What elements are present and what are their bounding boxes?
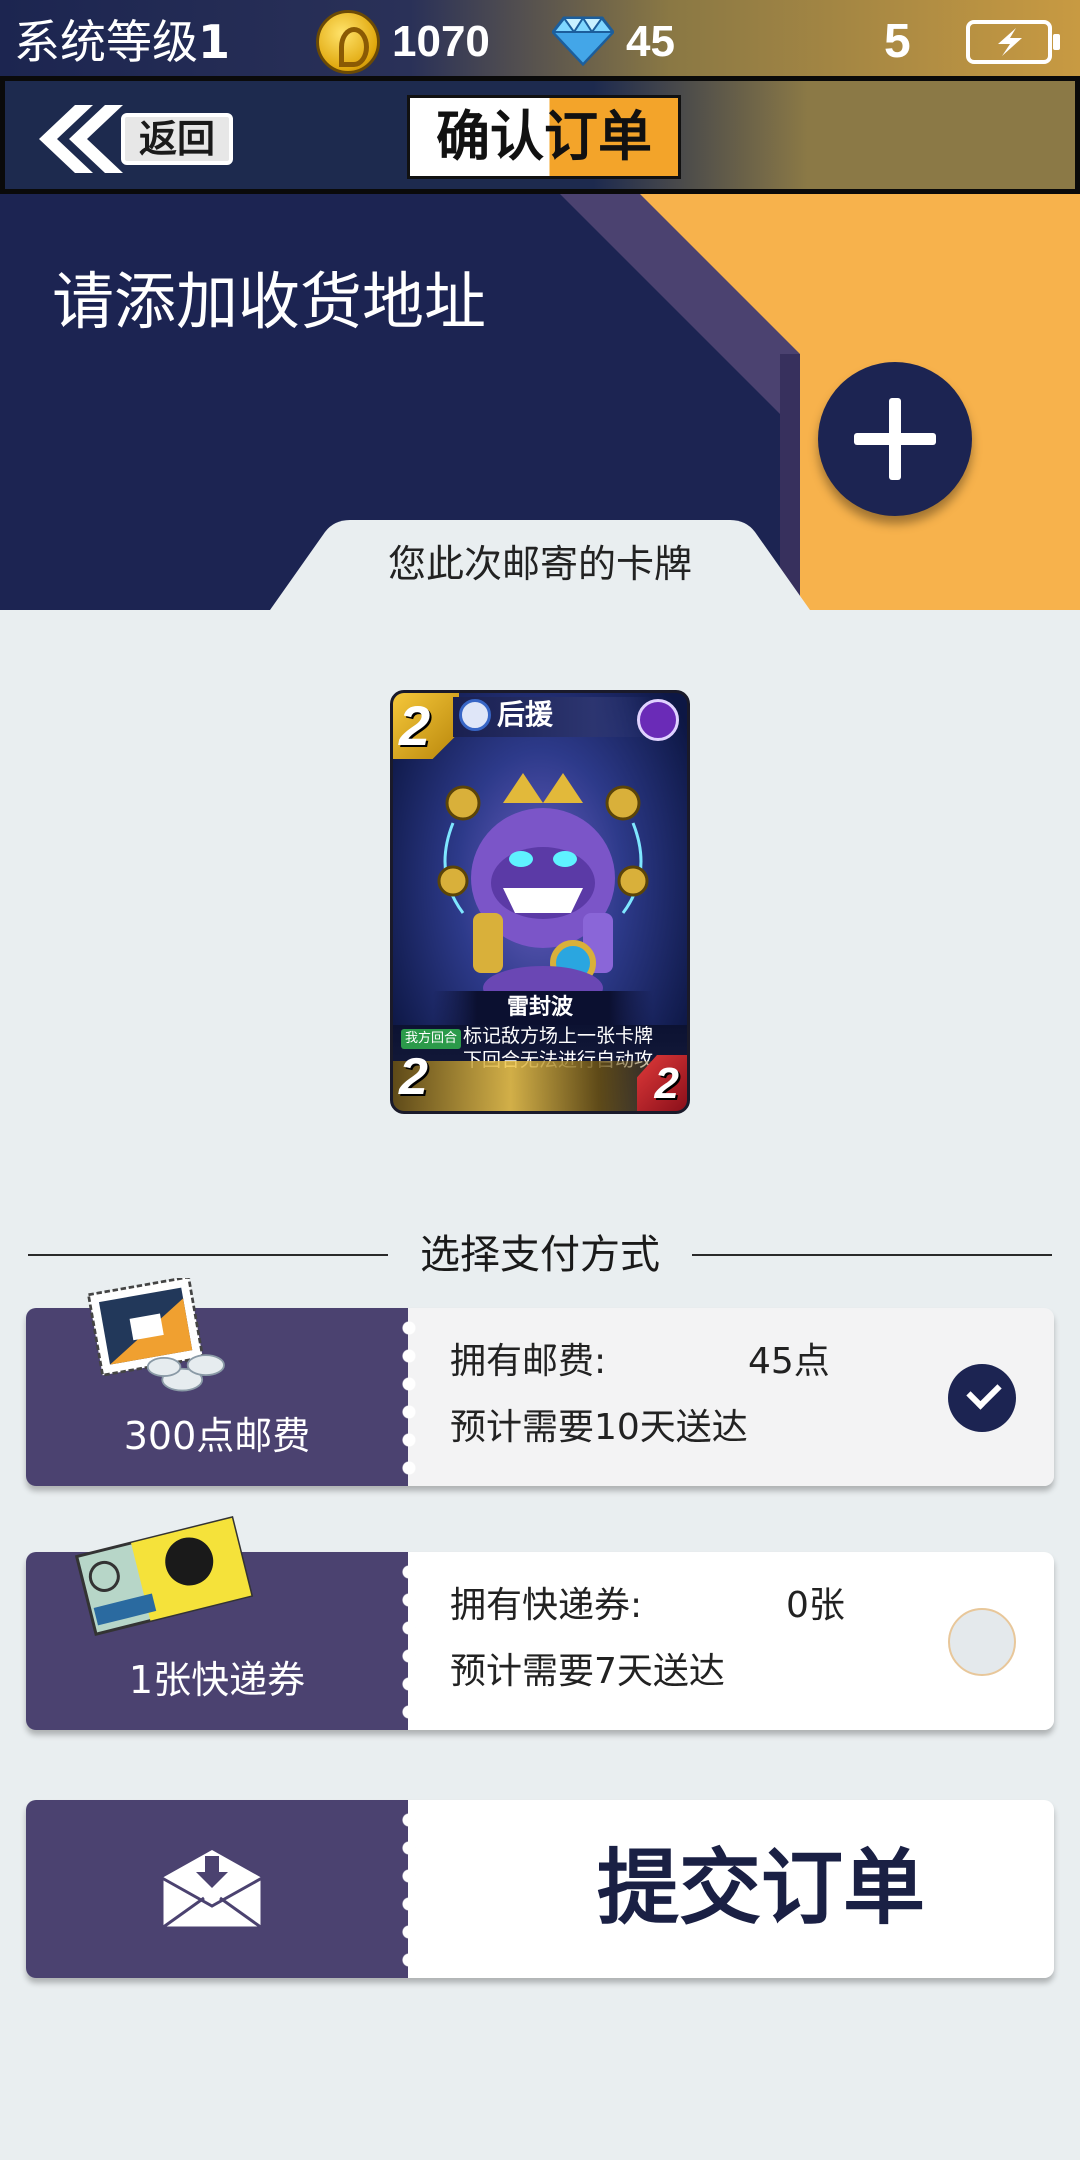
lightning-icon	[998, 28, 1022, 56]
battery-icon	[966, 20, 1060, 64]
back-button[interactable]: 返回	[35, 103, 233, 175]
radio-empty-icon[interactable]	[948, 1608, 1016, 1676]
envelope-icon	[160, 1850, 264, 1930]
card-health: 2	[654, 1059, 679, 1108]
cards-tab-label: 您此次邮寄的卡牌	[387, 542, 692, 586]
express-voucher-icon	[74, 1516, 254, 1636]
double-chevron-left-icon	[39, 105, 123, 173]
status-bar: 系统等级1 1070 45 5	[0, 0, 1080, 82]
header-bar: 返回 确认订单	[0, 76, 1080, 194]
lightning-element-icon	[637, 699, 679, 741]
gem-count: 45	[626, 17, 675, 66]
payment-title: 选择支付方式	[420, 1232, 660, 1278]
plus-icon[interactable]	[818, 362, 972, 516]
system-level: 系统等级1	[14, 12, 230, 72]
system-level-label: 系统等级	[14, 15, 198, 69]
add-address-prompt[interactable]: 请添加收货地址	[52, 262, 486, 342]
card-name: 雷封波	[506, 995, 573, 1020]
postage-owned-value: 45点	[748, 1341, 830, 1382]
postage-owned-label: 拥有邮费:	[450, 1341, 607, 1382]
voucher-owned-label: 拥有快递券:	[450, 1585, 643, 1626]
voucher-cost-label: 1张快递券	[128, 1658, 306, 1702]
card-tag: 我方回合	[401, 1029, 462, 1049]
card-type: 后援	[497, 698, 554, 731]
card-image[interactable]: 2 后援 雷封波 我方回合 标记敌方场上一张卡牌 下回合无法进行自动攻 2 2	[390, 690, 690, 1114]
back-label: 返回	[121, 113, 233, 165]
postage-eta: 预计需要10天送达	[450, 1407, 748, 1448]
card-cost: 2	[399, 694, 431, 757]
diamond-icon	[552, 16, 614, 66]
divider-right	[692, 1254, 1052, 1256]
monster-illustration	[437, 773, 649, 1010]
check-circle-icon[interactable]	[948, 1364, 1016, 1432]
voucher-owned-value: 0张	[786, 1585, 845, 1626]
submit-order-button[interactable]: 提交订单	[26, 1800, 1054, 1978]
voucher-eta: 预计需要7天送达	[450, 1651, 725, 1692]
card-description-line1: 标记敌方场上一张卡牌	[463, 1025, 654, 1047]
energy-count: 5	[884, 15, 911, 68]
coin-count: 1070	[392, 17, 490, 66]
card-attack: 2	[399, 1048, 428, 1106]
system-level-value: 1	[198, 15, 231, 69]
divider-left	[28, 1254, 388, 1256]
postage-stamp-icon	[86, 1278, 225, 1392]
coin-icon	[316, 10, 380, 74]
postage-cost-label: 300点邮费	[123, 1414, 311, 1458]
submit-order-label: 提交订单	[596, 1841, 925, 1936]
page-title: 确认订单	[407, 95, 681, 179]
support-type-icon	[459, 699, 491, 731]
